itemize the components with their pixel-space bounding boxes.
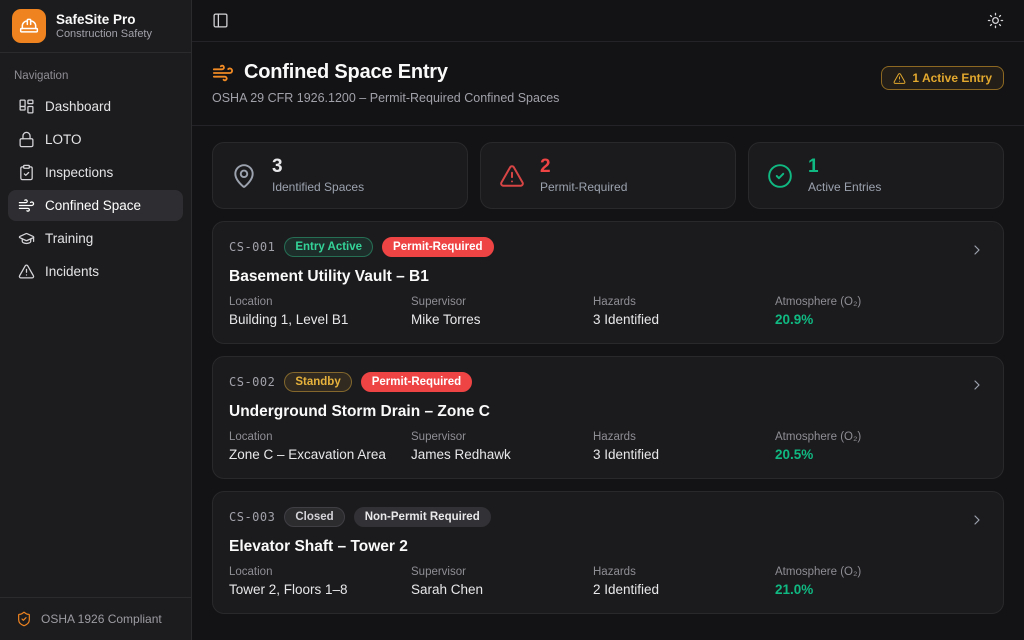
- space-title: Elevator Shaft – Tower 2: [229, 538, 408, 555]
- space-code: CS-003: [229, 510, 276, 524]
- sidebar-item-incidents[interactable]: Incidents: [8, 256, 183, 287]
- compliance-footer: OSHA 1926 Compliant: [0, 597, 191, 640]
- sidebar-item-loto[interactable]: LOTO: [8, 124, 183, 155]
- active-entry-badge: 1 Active Entry: [881, 66, 1004, 90]
- sun-icon: [987, 12, 1004, 29]
- stat-text: 1 Active Entries: [808, 156, 882, 194]
- sidebar-item-label: Dashboard: [45, 99, 112, 114]
- stat-card-identified-spaces: 3 Identified Spaces: [212, 142, 468, 209]
- graduation-cap-icon: [18, 232, 35, 245]
- status-badge: Standby: [284, 372, 352, 392]
- alert-triangle-icon: [500, 164, 524, 187]
- field-hazards: Hazards 3 Identified: [593, 296, 660, 327]
- app-tagline: Construction Safety: [56, 28, 152, 40]
- status-badge: Entry Active: [284, 237, 374, 257]
- chevron-right-icon: [969, 242, 985, 263]
- field-supervisor: Supervisor James Redhawk: [411, 431, 511, 462]
- wind-icon: [212, 64, 234, 81]
- panel-left-icon: [213, 13, 228, 28]
- space-card-cs-003[interactable]: CS-003 Closed Non-Permit Required Elevat…: [212, 491, 1004, 614]
- space-code: CS-002: [229, 375, 276, 389]
- app-name: SafeSite Pro: [56, 12, 136, 27]
- sidebar-nav: Dashboard LOTO Inspections Confined Spac…: [0, 89, 191, 289]
- page-header-text: Confined Space Entry OSHA 29 CFR 1926.12…: [212, 61, 559, 105]
- sidebar-item-confined-space[interactable]: Confined Space: [8, 190, 183, 221]
- field-supervisor: Supervisor Mike Torres: [411, 296, 481, 327]
- field-grid: Location Zone C – Excavation Area Superv…: [229, 431, 987, 462]
- sidebar-item-dashboard[interactable]: Dashboard: [8, 91, 183, 122]
- sidebar-toggle-button[interactable]: [208, 8, 233, 33]
- stat-text: 3 Identified Spaces: [272, 156, 365, 194]
- field-atmosphere: Atmosphere (O₂) 20.5%: [775, 431, 862, 462]
- page-subtitle: OSHA 29 CFR 1926.1200 – Permit-Required …: [212, 91, 560, 105]
- field-grid: Location Building 1, Level B1 Supervisor…: [229, 296, 987, 327]
- stat-value: 2: [540, 156, 551, 178]
- field-location: Location Tower 2, Floors 1–8: [229, 566, 348, 597]
- field-grid: Location Tower 2, Floors 1–8 Supervisor …: [229, 566, 987, 597]
- chevron-right-icon: [969, 512, 985, 533]
- stat-card-permit-required: 2 Permit-Required: [480, 142, 736, 209]
- space-card-cs-002[interactable]: CS-002 Standby Permit-Required Undergrou…: [212, 356, 1004, 479]
- stat-card-active-entries: 1 Active Entries: [748, 142, 1004, 209]
- sidebar-item-label: Incidents: [45, 264, 100, 279]
- alert-triangle-icon: [894, 72, 906, 84]
- stat-value: 1: [808, 156, 819, 178]
- stat-label: Active Entries: [808, 179, 882, 194]
- space-code: CS-001: [229, 240, 276, 254]
- topbar: [192, 0, 1024, 42]
- sidebar-item-inspections[interactable]: Inspections: [8, 157, 183, 188]
- check-circle-icon: [768, 163, 792, 188]
- wind-icon: [18, 199, 35, 212]
- field-atmosphere: Atmosphere (O₂) 21.0%: [775, 566, 862, 597]
- field-hazards: Hazards 2 Identified: [593, 566, 660, 597]
- stat-label: Permit-Required: [540, 179, 628, 194]
- map-pin-icon: [234, 163, 254, 188]
- space-title: Basement Utility Vault – B1: [229, 268, 429, 285]
- theme-toggle-button[interactable]: [983, 8, 1008, 33]
- field-location: Location Zone C – Excavation Area: [229, 431, 386, 462]
- field-hazards: Hazards 3 Identified: [593, 431, 660, 462]
- shield-check-icon: [18, 611, 30, 627]
- alert-triangle-icon: [18, 264, 35, 279]
- space-card-cs-001[interactable]: CS-001 Entry Active Permit-Required Base…: [212, 221, 1004, 344]
- hard-hat-logo-icon: [12, 9, 46, 43]
- stat-label: Identified Spaces: [272, 179, 365, 194]
- stat-text: 2 Permit-Required: [540, 156, 628, 194]
- permit-badge: Permit-Required: [382, 237, 494, 257]
- page-title: Confined Space Entry: [244, 61, 448, 83]
- sidebar-item-label: Confined Space: [45, 198, 142, 213]
- main-area: Confined Space Entry OSHA 29 CFR 1926.12…: [192, 0, 1024, 640]
- clipboard-check-icon: [20, 164, 33, 181]
- sidebar-item-training[interactable]: Training: [8, 223, 183, 254]
- stat-value: 3: [272, 156, 283, 178]
- space-title: Underground Storm Drain – Zone C: [229, 403, 490, 420]
- nav-section-label: Navigation: [14, 70, 69, 82]
- lock-icon: [19, 131, 34, 148]
- sidebar-item-label: Training: [45, 231, 94, 246]
- brand-text: SafeSite Pro Construction Safety: [56, 12, 152, 40]
- sidebar-item-label: Inspections: [45, 165, 114, 180]
- brand: SafeSite Pro Construction Safety: [0, 0, 191, 53]
- chevron-right-icon: [969, 377, 985, 398]
- status-badge: Closed: [284, 507, 345, 527]
- stats-row: 3 Identified Spaces 2 Permit-Required 1: [212, 142, 1004, 209]
- field-atmosphere: Atmosphere (O₂) 20.9%: [775, 296, 862, 327]
- dashboard-grid-icon: [19, 99, 34, 114]
- app-root: SafeSite Pro Construction Safety Navigat…: [0, 0, 1024, 640]
- compliance-label: OSHA 1926 Compliant: [41, 612, 162, 626]
- permit-badge: Permit-Required: [360, 372, 473, 392]
- permit-badge: Non-Permit Required: [353, 507, 491, 527]
- field-supervisor: Supervisor Sarah Chen: [411, 566, 484, 597]
- content: 3 Identified Spaces 2 Permit-Required 1: [192, 126, 1024, 630]
- sidebar-item-label: LOTO: [45, 132, 82, 147]
- page-header: Confined Space Entry OSHA 29 CFR 1926.12…: [192, 42, 1024, 126]
- active-entry-badge-label: 1 Active Entry: [912, 71, 992, 85]
- sidebar: SafeSite Pro Construction Safety Navigat…: [0, 0, 192, 640]
- field-location: Location Building 1, Level B1: [229, 296, 349, 327]
